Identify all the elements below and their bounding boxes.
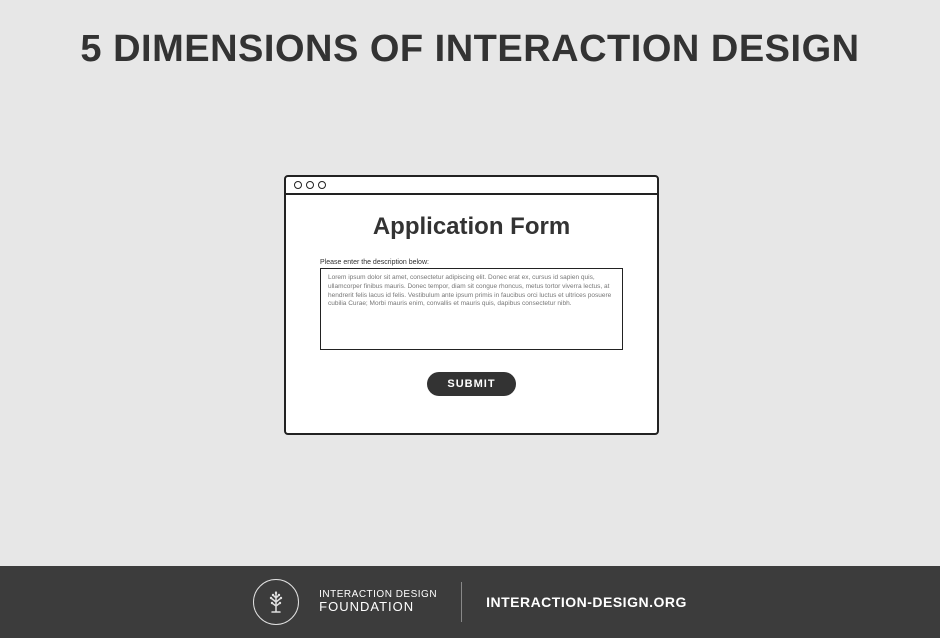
page-title: 5 DIMENSIONS OF INTERACTION DESIGN	[0, 0, 940, 71]
form-area: Application Form Please enter the descri…	[286, 195, 657, 396]
org-name-line2: FOUNDATION	[319, 600, 437, 614]
logo-text: INTERACTION DESIGN FOUNDATION	[319, 590, 437, 614]
window-titlebar	[286, 177, 657, 195]
tree-icon	[264, 590, 288, 614]
footer-url: INTERACTION-DESIGN.ORG	[486, 594, 687, 610]
footer-divider	[461, 582, 462, 622]
form-title: Application Form	[320, 213, 623, 241]
logo-badge	[253, 579, 299, 625]
window-control-icon	[318, 181, 326, 189]
submit-button[interactable]: SUBMIT	[427, 372, 515, 396]
description-label: Please enter the description below:	[320, 259, 623, 266]
window-control-icon	[306, 181, 314, 189]
browser-window: Application Form Please enter the descri…	[284, 175, 659, 435]
window-control-icon	[294, 181, 302, 189]
description-textarea[interactable]: Lorem ipsum dolor sit amet, consectetur …	[320, 268, 623, 350]
footer: INTERACTION DESIGN FOUNDATION INTERACTIO…	[0, 566, 940, 638]
